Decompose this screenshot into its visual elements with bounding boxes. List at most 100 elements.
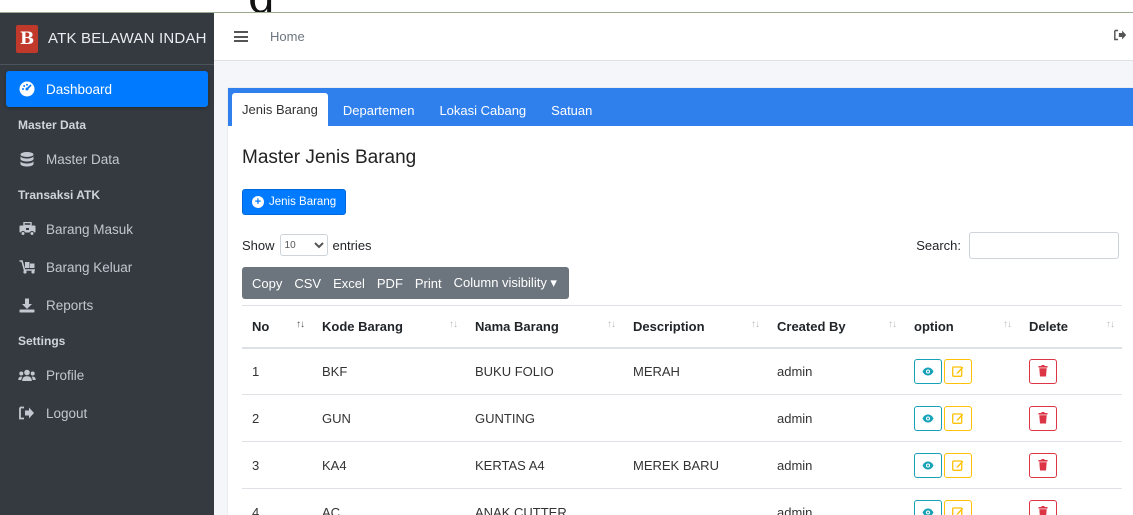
- tab-satuan[interactable]: Satuan: [541, 94, 602, 126]
- column-header-label: Kode Barang: [322, 318, 403, 334]
- tab-departemen[interactable]: Departemen: [333, 94, 425, 126]
- cell-kode-barang: AC: [312, 488, 465, 515]
- delete-button[interactable]: [1029, 452, 1057, 478]
- print-button[interactable]: Print: [409, 267, 448, 299]
- sidebar-nav: Dashboard Master Data Master Data Transa…: [0, 65, 214, 431]
- cell-no: 3: [242, 441, 312, 489]
- sidebar-item-profile[interactable]: Profile: [6, 357, 208, 393]
- cell-delete: [1019, 394, 1122, 442]
- truck-icon: [18, 221, 36, 237]
- sort-icon: ↑↓: [607, 319, 616, 330]
- column-header-delete[interactable]: Delete ↑↓: [1019, 305, 1122, 349]
- tab-lokasi-cabang[interactable]: Lokasi Cabang: [429, 94, 536, 126]
- view-button[interactable]: [914, 405, 942, 431]
- trash-icon: [1038, 459, 1048, 471]
- cell-kode-barang: BKF: [312, 347, 465, 395]
- sidebar-item-label: Logout: [46, 405, 88, 421]
- sidebar-item-barang-keluar[interactable]: Barang Keluar: [6, 249, 208, 285]
- database-icon: [18, 151, 36, 167]
- add-jenis-barang-button[interactable]: + Jenis Barang: [242, 189, 347, 215]
- column-header-label: No: [252, 318, 270, 334]
- view-button[interactable]: [914, 452, 942, 478]
- brand[interactable]: B ATK BELAWAN INDAH: [0, 13, 214, 65]
- column-header-kode-barang[interactable]: Kode Barang ↑↓: [312, 305, 465, 349]
- table-body: 1 BKF BUKU FOLIO MERAH admin 2 GUN GUNTING admin…: [242, 347, 1122, 515]
- download-icon: [18, 297, 36, 313]
- cell-no: 4: [242, 488, 312, 515]
- sidebar-item-reports[interactable]: Reports: [6, 287, 208, 323]
- table-row: 1 BKF BUKU FOLIO MERAH admin: [242, 347, 1122, 395]
- cell-kode-barang: GUN: [312, 394, 465, 442]
- delete-button[interactable]: [1029, 499, 1057, 515]
- sidebar-item-label: Dashboard: [46, 81, 113, 97]
- cell-nama-barang: BUKU FOLIO: [465, 347, 623, 395]
- entries-label: entries: [332, 237, 372, 253]
- sidebar-item-label: Reports: [46, 297, 94, 313]
- pdf-button[interactable]: PDF: [371, 267, 409, 299]
- show-label: Show: [242, 237, 275, 253]
- cell-nama-barang: ANAK CUTTER: [465, 488, 623, 515]
- sidebar-item-dashboard[interactable]: Dashboard: [6, 71, 208, 107]
- sidebar-item-label: Barang Masuk: [46, 221, 134, 237]
- nav-home-link[interactable]: Home: [270, 29, 305, 44]
- sort-icon: ↑↓: [888, 319, 897, 330]
- brand-title: ATK BELAWAN INDAH: [48, 30, 207, 47]
- strip-glyph: g: [248, 0, 276, 12]
- edit-button[interactable]: [944, 452, 972, 478]
- table-row: 4 AC ANAK CUTTER admin: [242, 488, 1122, 515]
- sidebar-item-logout[interactable]: Logout: [6, 395, 208, 431]
- column-header-created-by[interactable]: Created By ↑↓: [767, 305, 904, 349]
- cell-no: 1: [242, 347, 312, 395]
- view-button[interactable]: [914, 358, 942, 384]
- table-controls: Show 10 entries Search:: [242, 231, 1119, 259]
- delete-button[interactable]: [1029, 405, 1057, 431]
- cell-delete: [1019, 488, 1122, 515]
- edit-button[interactable]: [944, 405, 972, 431]
- column-header-no[interactable]: No ↑↓: [242, 305, 312, 349]
- tab-jenis-barang[interactable]: Jenis Barang: [232, 93, 328, 126]
- hamburger-menu-icon[interactable]: [234, 31, 248, 42]
- csv-button[interactable]: CSV: [288, 267, 327, 299]
- add-button-label: Jenis Barang: [269, 196, 337, 208]
- search-control: Search:: [916, 231, 1119, 259]
- navbar-sign-out-icon[interactable]: [1114, 29, 1127, 44]
- cell-created-by: admin: [767, 347, 904, 395]
- tab-bar: Jenis Barang Departemen Lokasi Cabang Sa…: [228, 88, 1133, 126]
- sidebar-item-barang-masuk[interactable]: Barang Masuk: [6, 211, 208, 247]
- cell-delete: [1019, 347, 1122, 395]
- sidebar: B ATK BELAWAN INDAH Dashboard Master Dat…: [0, 13, 214, 515]
- export-button-group: Copy CSV Excel PDF Print Column visibili…: [242, 267, 569, 299]
- column-visibility-button[interactable]: Column visibility ▾: [448, 267, 569, 299]
- eye-icon: [922, 461, 934, 470]
- cell-delete: [1019, 441, 1122, 489]
- top-navbar: Home: [214, 13, 1133, 61]
- cell-option: [904, 488, 1019, 515]
- column-header-option[interactable]: option ↑↓: [904, 305, 1019, 349]
- column-header-label: option: [914, 318, 954, 334]
- column-header-label: Created By: [777, 318, 846, 334]
- search-input[interactable]: [969, 231, 1119, 259]
- page-length-select[interactable]: 10: [279, 234, 328, 256]
- edit-button[interactable]: [944, 499, 972, 515]
- edit-button[interactable]: [944, 358, 972, 384]
- copy-button[interactable]: Copy: [242, 267, 288, 299]
- column-header-description[interactable]: Description ↑↓: [623, 305, 767, 349]
- view-button[interactable]: [914, 499, 942, 515]
- sort-icon: ↑↓: [449, 319, 458, 330]
- sidebar-item-master-data[interactable]: Master Data: [6, 141, 208, 177]
- excel-button[interactable]: Excel: [327, 267, 371, 299]
- column-header-label: Delete: [1029, 318, 1069, 334]
- column-header-nama-barang[interactable]: Nama Barang ↑↓: [465, 305, 623, 349]
- eye-icon: [922, 508, 934, 515]
- cell-description: MERAH: [623, 347, 767, 395]
- users-icon: [18, 367, 36, 383]
- dolly-icon: [18, 259, 36, 275]
- table-row: 3 KA4 KERTAS A4 MEREK BARU admin: [242, 441, 1122, 489]
- sort-icon: ↑↓: [751, 319, 760, 330]
- edit-icon: [952, 365, 964, 378]
- cell-created-by: admin: [767, 441, 904, 489]
- delete-button[interactable]: [1029, 358, 1057, 384]
- cell-created-by: admin: [767, 488, 904, 515]
- trash-icon: [1038, 506, 1048, 515]
- cell-description: MEREK BARU: [623, 441, 767, 489]
